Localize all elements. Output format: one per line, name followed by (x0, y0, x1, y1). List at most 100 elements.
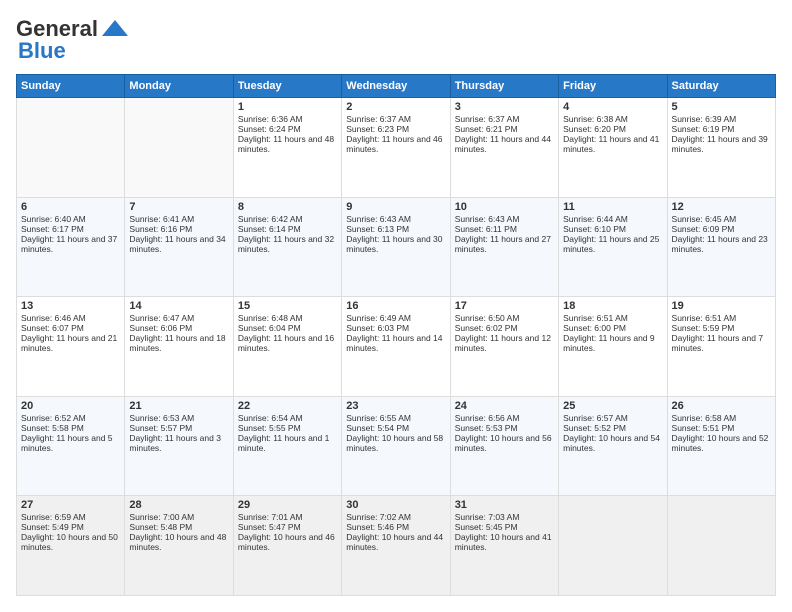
weekday-header-friday: Friday (559, 75, 667, 98)
sunset: Sunset: 6:09 PM (672, 224, 771, 234)
daylight: Daylight: 11 hours and 18 minutes. (129, 333, 228, 353)
day-number: 20 (21, 400, 120, 412)
day-number: 1 (238, 101, 337, 113)
sunrise: Sunrise: 6:52 AM (21, 413, 120, 423)
day-number: 9 (346, 201, 445, 213)
calendar-cell: 14Sunrise: 6:47 AMSunset: 6:06 PMDayligh… (125, 297, 233, 397)
day-number: 22 (238, 400, 337, 412)
sunrise: Sunrise: 6:39 AM (672, 114, 771, 124)
sunrise: Sunrise: 6:49 AM (346, 313, 445, 323)
calendar-cell: 17Sunrise: 6:50 AMSunset: 6:02 PMDayligh… (450, 297, 558, 397)
day-number: 28 (129, 499, 228, 511)
day-number: 31 (455, 499, 554, 511)
calendar-cell: 18Sunrise: 6:51 AMSunset: 6:00 PMDayligh… (559, 297, 667, 397)
calendar-cell: 19Sunrise: 6:51 AMSunset: 5:59 PMDayligh… (667, 297, 775, 397)
calendar-cell (667, 496, 775, 596)
calendar-cell: 25Sunrise: 6:57 AMSunset: 5:52 PMDayligh… (559, 396, 667, 496)
day-number: 5 (672, 101, 771, 113)
weekday-header-saturday: Saturday (667, 75, 775, 98)
page: General Blue SundayMondayTuesdayWednesda… (0, 0, 792, 612)
daylight: Daylight: 11 hours and 32 minutes. (238, 234, 337, 254)
daylight: Daylight: 10 hours and 50 minutes. (21, 532, 120, 552)
day-number: 21 (129, 400, 228, 412)
daylight: Daylight: 10 hours and 46 minutes. (238, 532, 337, 552)
sunrise: Sunrise: 6:43 AM (455, 214, 554, 224)
sunrise: Sunrise: 6:40 AM (21, 214, 120, 224)
daylight: Daylight: 11 hours and 25 minutes. (563, 234, 662, 254)
week-row-5: 27Sunrise: 6:59 AMSunset: 5:49 PMDayligh… (17, 496, 776, 596)
day-number: 2 (346, 101, 445, 113)
sunset: Sunset: 6:11 PM (455, 224, 554, 234)
sunrise: Sunrise: 6:42 AM (238, 214, 337, 224)
sunrise: Sunrise: 6:46 AM (21, 313, 120, 323)
sunrise: Sunrise: 6:54 AM (238, 413, 337, 423)
logo-blue: Blue (18, 38, 66, 64)
calendar-cell: 10Sunrise: 6:43 AMSunset: 6:11 PMDayligh… (450, 197, 558, 297)
sunset: Sunset: 6:00 PM (563, 323, 662, 333)
daylight: Daylight: 11 hours and 14 minutes. (346, 333, 445, 353)
daylight: Daylight: 10 hours and 58 minutes. (346, 433, 445, 453)
sunset: Sunset: 6:06 PM (129, 323, 228, 333)
sunset: Sunset: 5:52 PM (563, 423, 662, 433)
sunset: Sunset: 5:45 PM (455, 522, 554, 532)
sunrise: Sunrise: 6:48 AM (238, 313, 337, 323)
sunset: Sunset: 6:23 PM (346, 124, 445, 134)
sunset: Sunset: 5:55 PM (238, 423, 337, 433)
day-number: 27 (21, 499, 120, 511)
calendar-cell: 3Sunrise: 6:37 AMSunset: 6:21 PMDaylight… (450, 98, 558, 198)
calendar-cell: 2Sunrise: 6:37 AMSunset: 6:23 PMDaylight… (342, 98, 450, 198)
calendar-cell: 15Sunrise: 6:48 AMSunset: 6:04 PMDayligh… (233, 297, 341, 397)
sunrise: Sunrise: 6:56 AM (455, 413, 554, 423)
daylight: Daylight: 11 hours and 27 minutes. (455, 234, 554, 254)
calendar-cell: 7Sunrise: 6:41 AMSunset: 6:16 PMDaylight… (125, 197, 233, 297)
sunset: Sunset: 6:24 PM (238, 124, 337, 134)
sunrise: Sunrise: 6:37 AM (455, 114, 554, 124)
day-number: 30 (346, 499, 445, 511)
sunset: Sunset: 6:04 PM (238, 323, 337, 333)
day-number: 14 (129, 300, 228, 312)
day-number: 29 (238, 499, 337, 511)
sunset: Sunset: 5:51 PM (672, 423, 771, 433)
sunrise: Sunrise: 6:36 AM (238, 114, 337, 124)
day-number: 15 (238, 300, 337, 312)
daylight: Daylight: 11 hours and 7 minutes. (672, 333, 771, 353)
week-row-1: 1Sunrise: 6:36 AMSunset: 6:24 PM Daylight… (17, 98, 776, 198)
sunset: Sunset: 6:14 PM (238, 224, 337, 234)
sunrise: Sunrise: 6:38 AM (563, 114, 662, 124)
calendar-cell: 23Sunrise: 6:55 AMSunset: 5:54 PMDayligh… (342, 396, 450, 496)
day-number: 3 (455, 101, 554, 113)
weekday-header-wednesday: Wednesday (342, 75, 450, 98)
weekday-header-sunday: Sunday (17, 75, 125, 98)
weekday-header-row: SundayMondayTuesdayWednesdayThursdayFrid… (17, 75, 776, 98)
week-row-4: 20Sunrise: 6:52 AMSunset: 5:58 PM Dayligh… (17, 396, 776, 496)
calendar-cell: 28Sunrise: 7:00 AMSunset: 5:48 PMDayligh… (125, 496, 233, 596)
daylight: Daylight: 11 hours and 44 minutes. (455, 134, 554, 154)
sunrise: Sunrise: 7:00 AM (129, 512, 228, 522)
day-number: 16 (346, 300, 445, 312)
sunset: Sunset: 5:48 PM (129, 522, 228, 532)
calendar-cell: 5Sunrise: 6:39 AMSunset: 6:19 PMDaylight… (667, 98, 775, 198)
sunset: Sunset: 5:54 PM (346, 423, 445, 433)
sunrise: Sunrise: 6:58 AM (672, 413, 771, 423)
daylight: Daylight: 11 hours and 39 minutes. (672, 134, 771, 154)
daylight: Daylight: 11 hours and 1 minute. (238, 433, 337, 453)
header: General Blue (16, 16, 776, 64)
day-number: 10 (455, 201, 554, 213)
daylight: Daylight: 11 hours and 30 minutes. (346, 234, 445, 254)
daylight: Daylight: 11 hours and 41 minutes. (563, 134, 662, 154)
sunset: Sunset: 5:58 PM (21, 423, 120, 433)
daylight: Daylight: 11 hours and 37 minutes. (21, 234, 120, 254)
day-number: 26 (672, 400, 771, 412)
day-number: 4 (563, 101, 662, 113)
sunrise: Sunrise: 6:41 AM (129, 214, 228, 224)
daylight: Daylight: 11 hours and 12 minutes. (455, 333, 554, 353)
day-number: 23 (346, 400, 445, 412)
daylight: Daylight: 10 hours and 44 minutes. (346, 532, 445, 552)
day-number: 24 (455, 400, 554, 412)
daylight: Daylight: 11 hours and 23 minutes. (672, 234, 771, 254)
daylight: Daylight: 10 hours and 52 minutes. (672, 433, 771, 453)
calendar-cell: 26Sunrise: 6:58 AMSunset: 5:51 PMDayligh… (667, 396, 775, 496)
sunset: Sunset: 6:19 PM (672, 124, 771, 134)
daylight: Daylight: 11 hours and 21 minutes. (21, 333, 120, 353)
sunrise: Sunrise: 6:53 AM (129, 413, 228, 423)
